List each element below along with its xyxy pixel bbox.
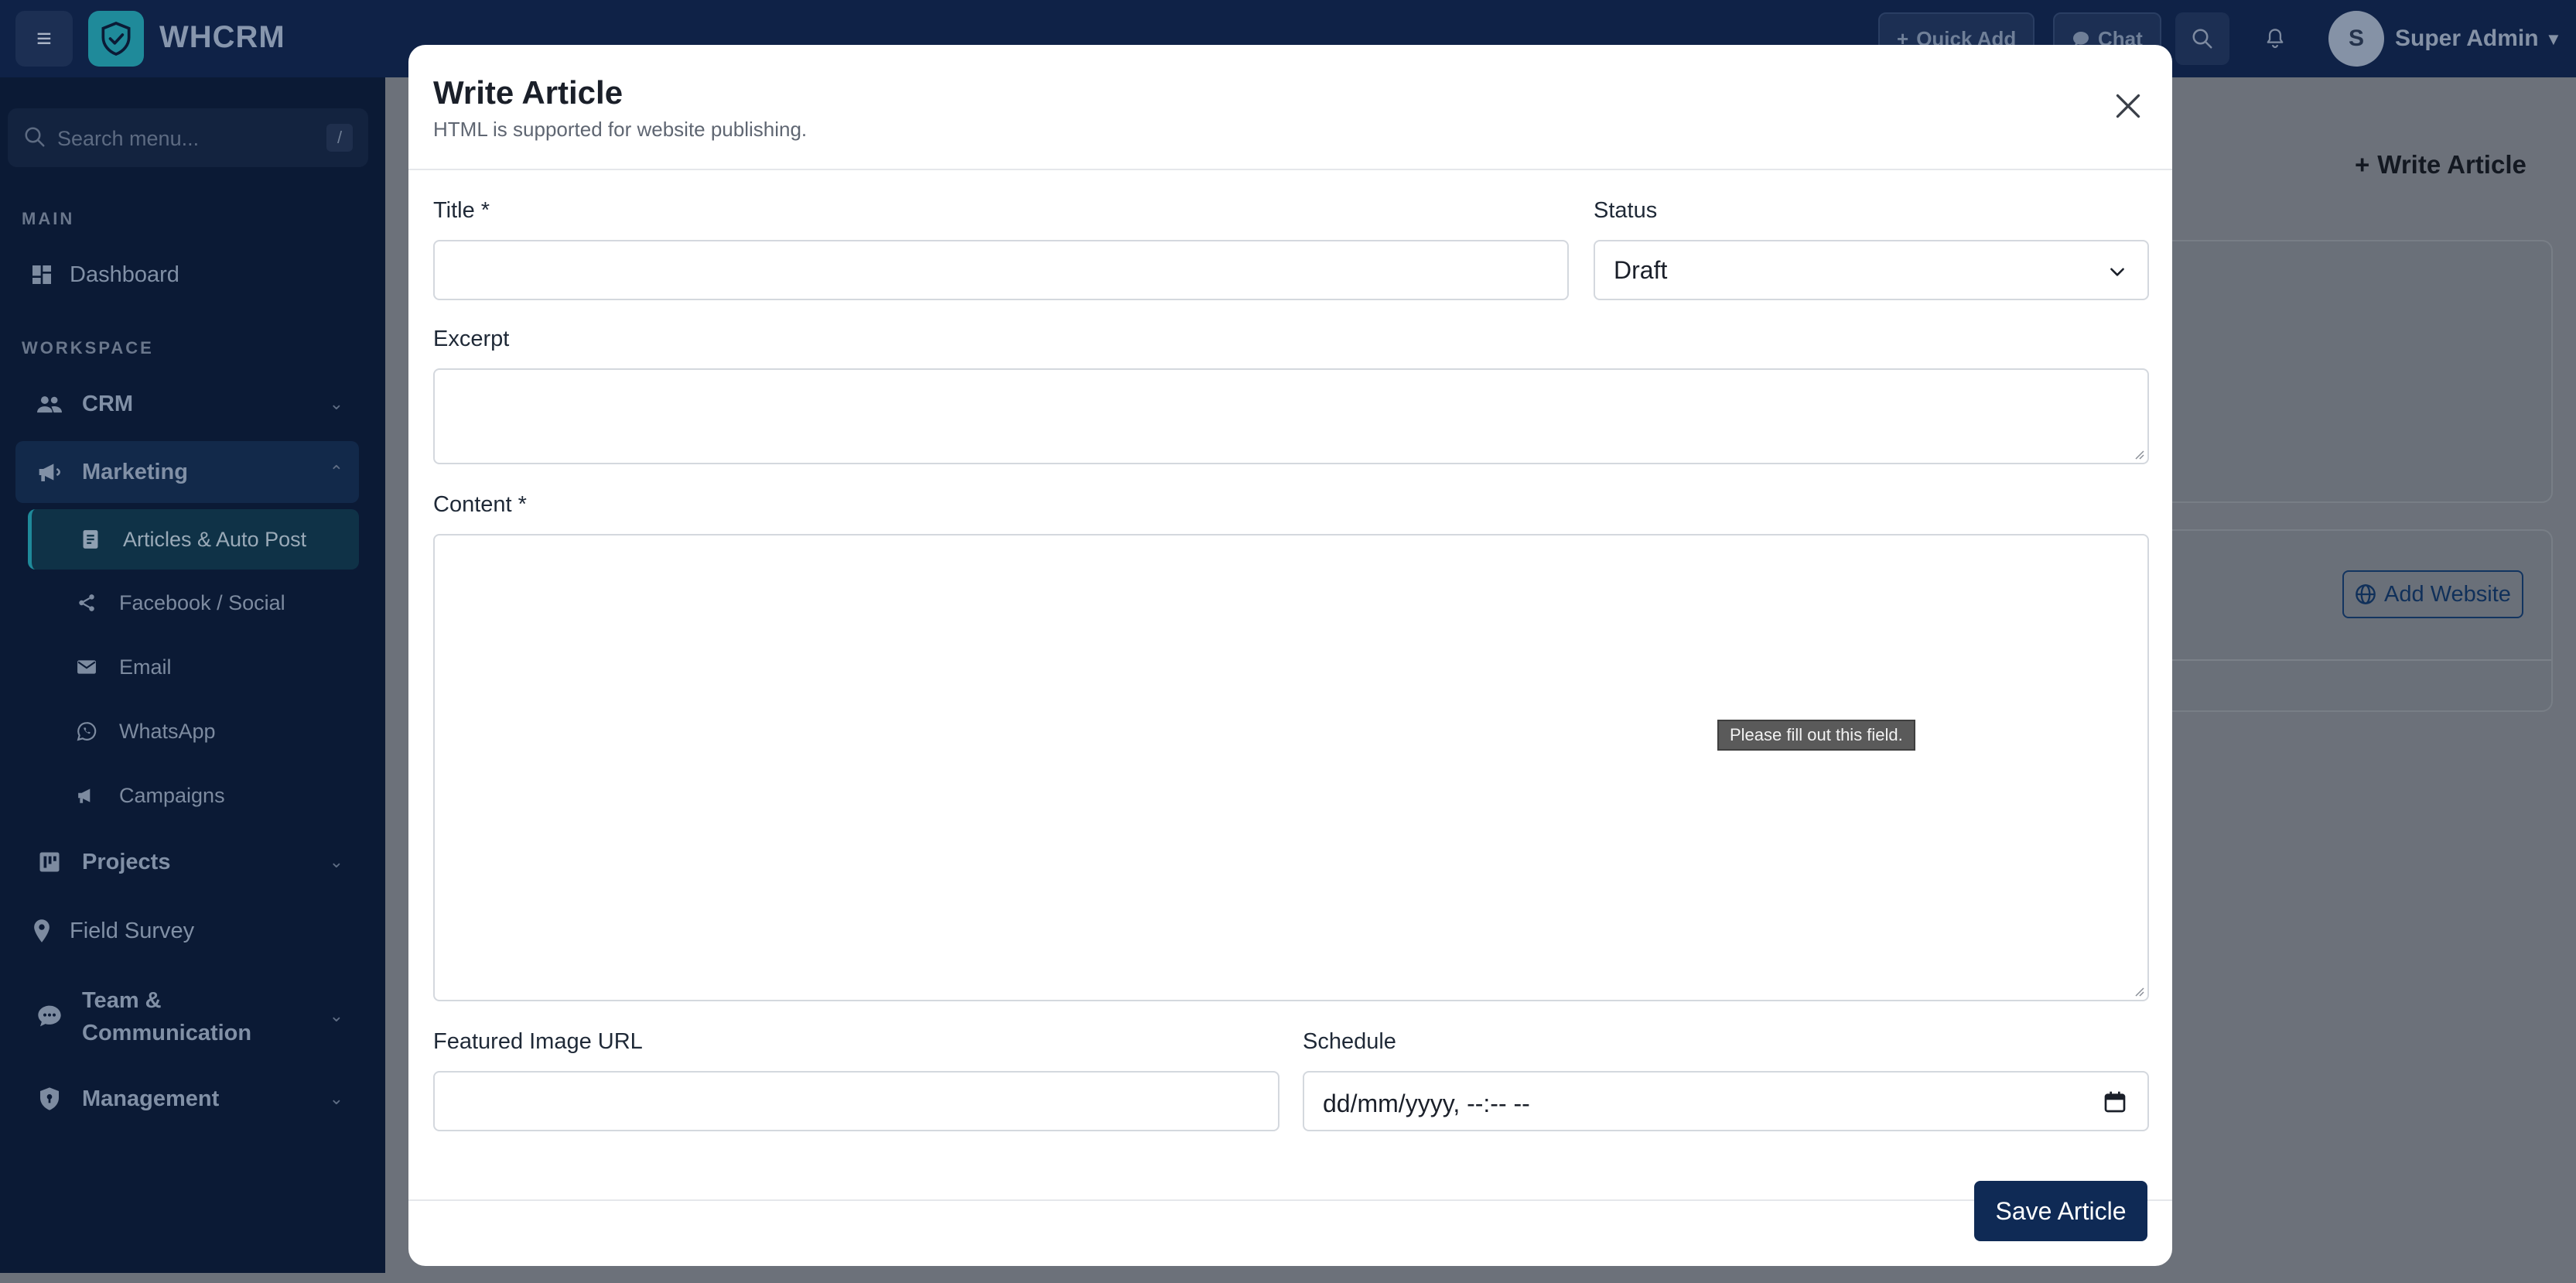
sidebar-subitem-facebook[interactable]: Facebook / Social [28, 573, 359, 633]
search-shortcut-badge: / [326, 124, 353, 152]
sidebar-item-label: CRM [82, 391, 134, 416]
schedule-label: Schedule [1303, 1029, 1396, 1054]
map-pin-icon [26, 915, 57, 946]
close-button[interactable] [2110, 88, 2146, 124]
sidebar-item-label: Campaigns [119, 783, 225, 807]
chat-bubble-icon [34, 1001, 65, 1032]
dashboard-icon [26, 259, 57, 290]
status-label: Status [1594, 198, 1658, 223]
sidebar-search[interactable]: Search menu... / [8, 108, 368, 167]
chevron-down-icon: ⌄ [329, 852, 343, 871]
sidebar-item-field-survey[interactable]: Field Survey [15, 900, 359, 962]
chevron-down-icon: ⌄ [329, 394, 343, 413]
megaphone-icon [34, 457, 65, 488]
status-value: Draft [1614, 255, 1668, 284]
schedule-input[interactable]: dd/mm/yyyy, --:-- -- [1303, 1071, 2149, 1131]
validation-tooltip: Please fill out this field. [1717, 720, 1915, 751]
featured-image-label: Featured Image URL [433, 1029, 643, 1054]
shield-check-icon [101, 22, 131, 56]
resize-handle-icon[interactable] [2132, 447, 2144, 460]
team-label-line1: Team & [82, 988, 162, 1013]
add-website-label: Add Website [2384, 581, 2511, 607]
resize-handle-icon[interactable] [2132, 984, 2144, 997]
sidebar-item-label: Management [82, 1086, 220, 1111]
write-article-button: + Write Article [2355, 150, 2526, 180]
title-input[interactable] [433, 240, 1569, 300]
menu-icon: ≡ [36, 23, 52, 53]
chevron-down-icon[interactable]: ▼ [2545, 29, 2562, 50]
mail-icon [73, 653, 101, 681]
sidebar: Search menu... / MAIN Dashboard WORKSPAC… [0, 77, 385, 1283]
content-textarea[interactable] [433, 534, 2149, 1001]
sidebar-item-crm[interactable]: CRM ⌄ [15, 373, 359, 435]
sidebar-item-label: Facebook / Social [119, 590, 285, 614]
whatsapp-icon [73, 717, 101, 745]
menu-toggle-button[interactable]: ≡ [15, 11, 73, 67]
excerpt-textarea[interactable] [433, 368, 2149, 464]
brand-logo[interactable] [88, 11, 144, 67]
background-websites-card [2151, 529, 2553, 712]
modal-subtitle: HTML is supported for website publishing… [433, 118, 808, 141]
modal-header: Write Article HTML is supported for webs… [408, 45, 2172, 170]
featured-image-input[interactable] [433, 1071, 1279, 1131]
save-article-button[interactable]: Save Article [1974, 1181, 2147, 1241]
search-icon [2192, 29, 2212, 49]
sidebar-item-projects[interactable]: Projects ⌄ [15, 831, 359, 893]
projects-icon [34, 847, 65, 878]
schedule-placeholder: dd/mm/yyyy, --:-- -- [1323, 1090, 1530, 1117]
sidebar-item-label: Team & Communication [82, 984, 251, 1049]
sidebar-search-input[interactable]: Search menu... [57, 127, 199, 151]
global-search-button[interactable] [2175, 12, 2229, 65]
sidebar-item-dashboard[interactable]: Dashboard [15, 244, 359, 306]
title-label: Title * [433, 198, 490, 223]
sidebar-item-team-communication[interactable]: Team & Communication ⌄ [15, 966, 359, 1066]
calendar-icon[interactable] [2103, 1090, 2127, 1114]
sidebar-item-management[interactable]: Management ⌄ [15, 1068, 359, 1130]
modal-footer-divider [408, 1199, 2172, 1201]
sidebar-item-label: Articles & Auto Post [123, 527, 307, 551]
brand-name: WHCRM [159, 20, 285, 54]
user-name[interactable]: Super Admin [2395, 26, 2539, 52]
chevron-down-icon [2110, 268, 2124, 276]
users-icon [34, 388, 65, 419]
close-icon [2116, 94, 2140, 118]
write-article-label: Write Article [2377, 150, 2526, 179]
sidebar-item-label: Marketing [82, 459, 188, 484]
sidebar-subitem-email[interactable]: Email [28, 637, 359, 697]
sidebar-subitem-whatsapp[interactable]: WhatsApp [28, 701, 359, 761]
section-main: MAIN [22, 209, 75, 228]
shield-icon [34, 1083, 65, 1114]
content-label: Content * [433, 492, 527, 517]
sidebar-item-label: Email [119, 655, 172, 679]
notifications-button[interactable] [2248, 12, 2302, 65]
article-icon [77, 525, 104, 553]
write-article-modal: Write Article HTML is supported for webs… [408, 45, 2172, 1266]
excerpt-label: Excerpt [433, 327, 510, 351]
sidebar-subitem-campaigns[interactable]: Campaigns [28, 765, 359, 826]
sidebar-item-label: Dashboard [70, 262, 179, 287]
sidebar-subitem-articles[interactable]: Articles & Auto Post [28, 509, 359, 570]
chevron-down-icon: ⌄ [329, 1006, 343, 1025]
megaphone-icon [73, 782, 101, 809]
bell-icon [2267, 29, 2284, 49]
status-select[interactable]: Draft [1594, 240, 2149, 300]
sidebar-item-label: Field Survey [70, 918, 195, 943]
search-icon [25, 127, 45, 147]
chevron-up-icon: ⌃ [329, 462, 343, 481]
team-label-line2: Communication [82, 1021, 252, 1045]
plus-icon: + [2355, 150, 2370, 179]
sidebar-item-label: WhatsApp [119, 719, 216, 743]
overlay-bottom-edge [0, 1273, 2576, 1283]
card-divider [2152, 659, 2551, 661]
share-icon [73, 589, 101, 617]
modal-title: Write Article [433, 74, 624, 111]
background-stats-card [2151, 240, 2553, 503]
sidebar-item-marketing[interactable]: Marketing ⌃ [15, 441, 359, 503]
sidebar-item-label: Projects [82, 849, 171, 874]
add-website-button: Add Website [2342, 570, 2523, 618]
chevron-down-icon: ⌄ [329, 1089, 343, 1108]
globe-icon [2356, 584, 2376, 604]
avatar[interactable]: S [2328, 11, 2384, 67]
section-workspace: WORKSPACE [22, 338, 154, 358]
